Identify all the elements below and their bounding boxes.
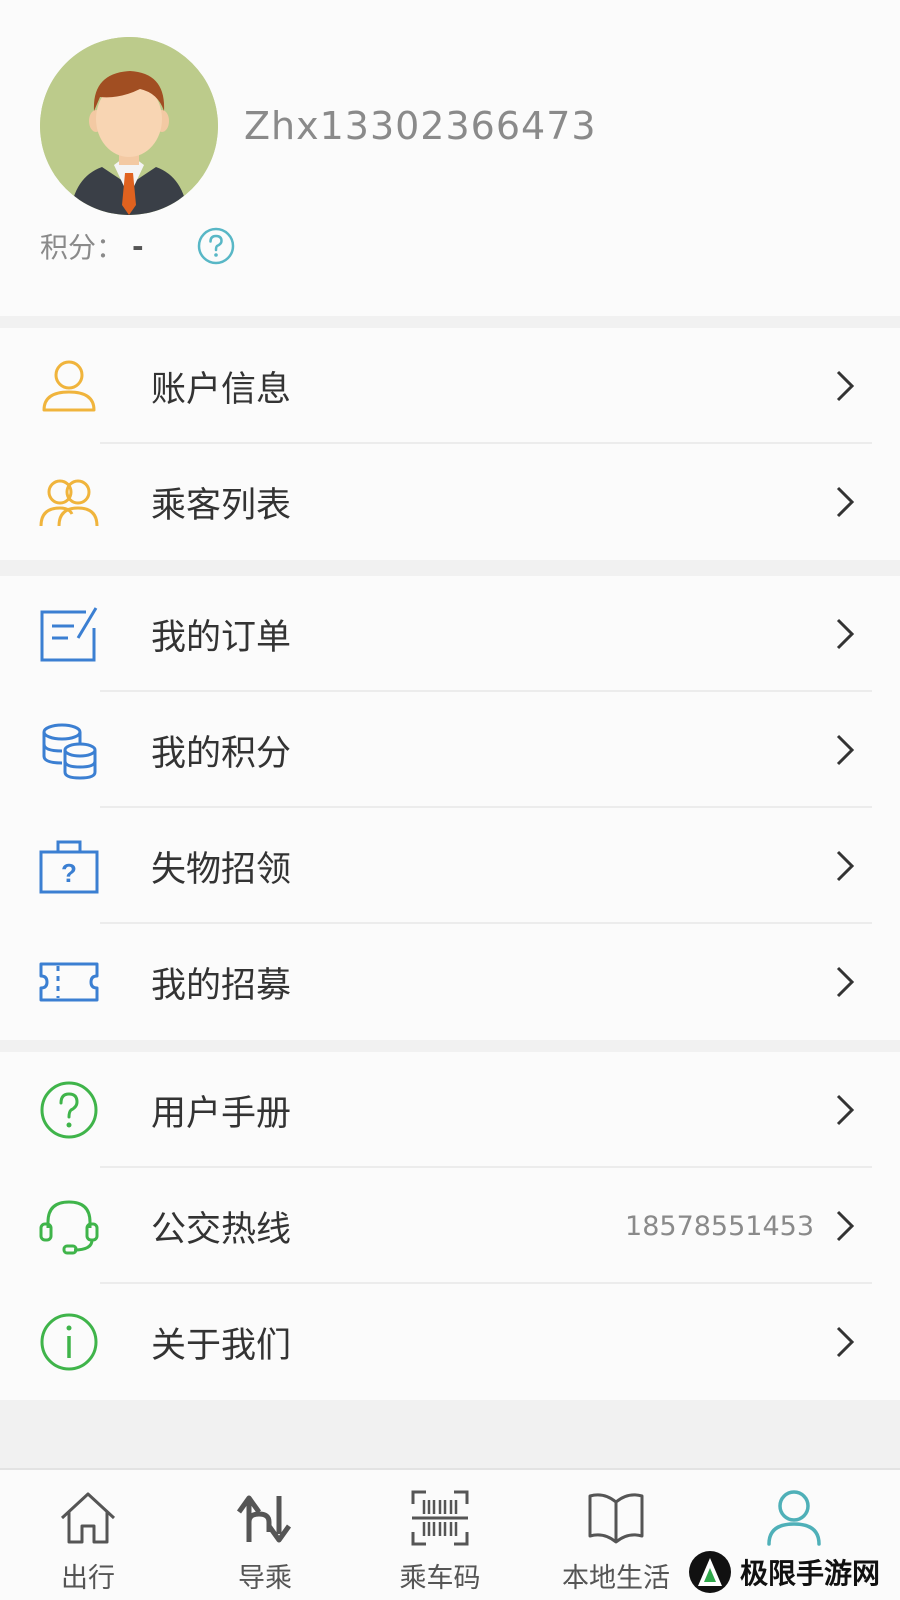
- question-circle-icon: [38, 1080, 100, 1140]
- tab-local-life[interactable]: 本地生活: [546, 1470, 686, 1600]
- watermark: 极限手游网: [688, 1548, 880, 1596]
- user-icon: [38, 356, 100, 416]
- person-icon: [764, 1488, 824, 1548]
- tab-label: 本地生活: [562, 1563, 670, 1594]
- svg-text:?: ?: [61, 858, 77, 888]
- menu-item-user-manual[interactable]: 用户手册: [0, 1052, 900, 1168]
- menu-item-label: 乘客列表: [151, 485, 292, 526]
- menu-item-label: 用户手册: [151, 1093, 292, 1134]
- menu-item-label: 我的招募: [151, 965, 292, 1006]
- chevron-right-icon: [834, 964, 856, 1000]
- username: Zhx13302366473: [244, 104, 597, 148]
- chevron-right-icon: [834, 848, 856, 884]
- chevron-right-icon: [834, 732, 856, 768]
- coins-stack-icon: [38, 720, 100, 780]
- order-edit-icon: [38, 604, 100, 664]
- book-open-icon: [586, 1488, 646, 1548]
- menu-item-bus-hotline[interactable]: 公交热线 18578551453: [0, 1168, 900, 1284]
- headset-icon: [38, 1196, 100, 1256]
- question-circle-icon[interactable]: [196, 226, 236, 266]
- profile-header: Zhx13302366473 积分： -: [0, 0, 900, 316]
- users-icon: [38, 472, 100, 532]
- tab-label: 出行: [61, 1563, 115, 1594]
- chevron-right-icon: [834, 1208, 856, 1244]
- profile-page: Zhx13302366473 积分： - 账户信息 乘客列表 我的订单 我的积分…: [0, 0, 900, 1600]
- menu-group-services: 我的订单 我的积分 ? 失物招领 我的招募: [0, 576, 900, 1040]
- menu-item-my-orders[interactable]: 我的订单: [0, 576, 900, 692]
- info-circle-icon: [38, 1312, 100, 1372]
- watermark-text: 极限手游网: [739, 1557, 880, 1590]
- barcode-scan-icon: [410, 1488, 470, 1548]
- points-value: -: [132, 229, 144, 263]
- watermark-logo-icon: [688, 1551, 731, 1593]
- home-icon: [58, 1488, 118, 1548]
- menu-item-label: 关于我们: [151, 1325, 292, 1366]
- menu-group-account: 账户信息 乘客列表: [0, 328, 900, 560]
- ticket-icon: [38, 952, 100, 1012]
- chevron-right-icon: [834, 484, 856, 520]
- route-arrows-icon: [235, 1488, 295, 1548]
- chevron-right-icon: [834, 1324, 856, 1360]
- menu-item-label: 我的积分: [151, 733, 292, 774]
- points-row: 积分： -: [40, 226, 144, 266]
- menu-item-about-us[interactable]: 关于我们: [0, 1284, 900, 1400]
- avatar[interactable]: [40, 37, 218, 215]
- chevron-right-icon: [834, 1092, 856, 1128]
- tab-guide[interactable]: 导乘: [195, 1470, 335, 1600]
- menu-item-label: 失物招领: [151, 849, 292, 890]
- tab-label: 乘车码: [399, 1563, 481, 1594]
- tab-ride-code[interactable]: 乘车码: [370, 1470, 510, 1600]
- chevron-right-icon: [834, 368, 856, 404]
- menu-item-lost-and-found[interactable]: ? 失物招领: [0, 808, 900, 924]
- menu-item-label: 公交热线: [151, 1209, 292, 1250]
- chevron-right-icon: [834, 616, 856, 652]
- points-label: 积分：: [40, 231, 125, 264]
- menu-item-label: 账户信息: [151, 369, 292, 410]
- briefcase-question-icon: ?: [38, 836, 100, 896]
- menu-item-label: 我的订单: [151, 617, 292, 658]
- avatar-image: [40, 37, 218, 215]
- tab-label: 导乘: [238, 1563, 292, 1594]
- menu-item-account-info[interactable]: 账户信息: [0, 328, 900, 444]
- menu-item-passenger-list[interactable]: 乘客列表: [0, 444, 900, 560]
- tab-travel[interactable]: 出行: [18, 1470, 158, 1600]
- hotline-number[interactable]: 18578551453: [625, 1211, 814, 1242]
- menu-item-my-points[interactable]: 我的积分: [0, 692, 900, 808]
- menu-item-my-recruitment[interactable]: 我的招募: [0, 924, 900, 1040]
- menu-group-help: 用户手册 公交热线 18578551453 关于我们: [0, 1052, 900, 1400]
